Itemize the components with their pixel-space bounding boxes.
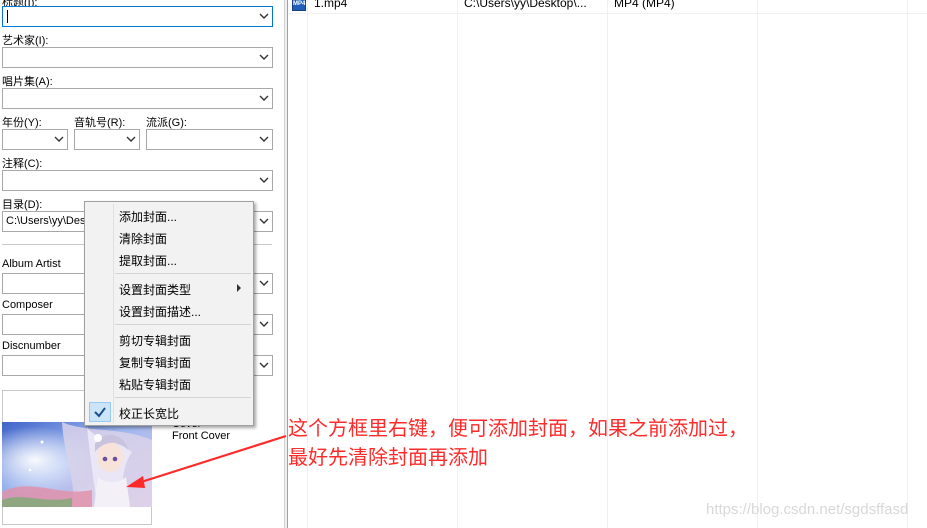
annotation-text: 这个方框里右键，便可添加封面，如果之前添加过， 最好先清除封面再添加 bbox=[288, 414, 748, 472]
watermark: https://blog.csdn.net/sgdsffasd bbox=[706, 501, 909, 518]
annotation-line-2: 最好先清除封面再添加 bbox=[288, 445, 488, 469]
annotation-line-1: 这个方框里右键，便可添加封面，如果之前添加过， bbox=[288, 416, 748, 440]
